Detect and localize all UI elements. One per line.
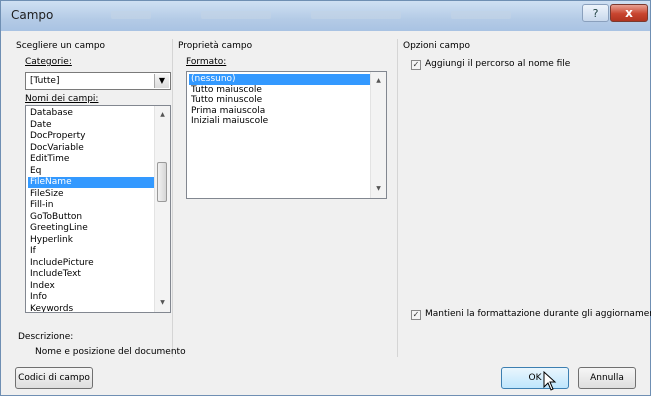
field-name-item[interactable]: DocVariable [28, 143, 154, 154]
help-button[interactable]: ? [582, 4, 609, 22]
field-name-item[interactable]: IncludeText [28, 269, 154, 280]
dialog-title: Campo [11, 8, 54, 22]
field-names-label: Nomi dei campi: [25, 94, 99, 104]
categories-label: Categorie: [25, 57, 72, 67]
field-name-item[interactable]: GoToButton [28, 212, 154, 223]
ok-button[interactable]: OK [501, 367, 569, 389]
field-name-item[interactable]: EditTime [28, 154, 154, 165]
choose-field-heading: Scegliere un campo [16, 41, 106, 51]
field-name-item[interactable]: Fill-in [28, 200, 154, 211]
title-bar-background [201, 11, 271, 19]
column-divider [397, 39, 398, 357]
arrow-up-icon[interactable]: ▲ [371, 74, 386, 88]
field-properties-heading: Proprietà campo [178, 41, 253, 51]
field-name-item[interactable]: Database [28, 108, 154, 119]
field-name-item[interactable]: If [28, 246, 154, 257]
format-item[interactable]: Tutto minuscole [189, 95, 371, 106]
title-bar[interactable]: Campo ? x [1, 1, 650, 31]
scrollbar-thumb[interactable] [157, 162, 167, 202]
field-name-item[interactable]: Hyperlink [28, 235, 154, 246]
close-button[interactable]: x [610, 4, 648, 22]
field-name-item[interactable]: Info [28, 292, 154, 303]
format-item[interactable]: Iniziali maiuscole [189, 116, 371, 127]
title-bar-background [311, 11, 401, 19]
format-list[interactable]: Iniziali maiuscole Prima maiuscola Tutto m… [186, 71, 387, 199]
field-names-scrollbar[interactable]: ▲ ▼ [154, 106, 170, 312]
dialog-body: Scegliere un campo Categorie: [Tutte] ▼ … [9, 31, 651, 391]
field-name-item[interactable]: Keywords [28, 304, 154, 313]
add-path-label[interactable]: Aggiungi il percorso al nome file [425, 59, 570, 69]
format-label: Formato: [186, 57, 227, 67]
description-label: Descrizione: [18, 332, 74, 342]
arrow-down-icon[interactable]: ▼ [371, 182, 386, 196]
arrow-down-icon[interactable]: ▼ [155, 296, 170, 310]
description-text: Nome e posizione del documento [35, 347, 186, 357]
categories-dropdown[interactable]: [Tutte] ▼ [25, 72, 171, 90]
field-name-item[interactable]: Date [28, 120, 154, 131]
field-name-item[interactable]: Index [28, 281, 154, 292]
checkmark-icon: ✓ [412, 60, 420, 69]
format-item[interactable]: Prima maiuscola [189, 106, 371, 117]
field-options-heading: Opzioni campo [403, 41, 471, 51]
field-names-list[interactable]: Keywords Info Index IncludeText IncludePictu… [25, 105, 171, 313]
chevron-down-icon[interactable]: ▼ [154, 74, 169, 88]
arrow-up-icon[interactable]: ▲ [155, 108, 170, 122]
field-name-item[interactable]: FileSize [28, 189, 154, 200]
field-name-item[interactable]: IncludePicture [28, 258, 154, 269]
keep-format-label[interactable]: Mantieni la formattazione durante gli ag… [425, 309, 651, 319]
title-bar-background [111, 11, 151, 19]
cancel-button[interactable]: Annulla [578, 367, 636, 389]
format-item[interactable]: Tutto maiuscole [189, 85, 371, 96]
checkmark-icon: ✓ [412, 310, 420, 319]
field-name-item[interactable]: FileName [28, 177, 154, 188]
format-item[interactable]: (nessuno) [189, 74, 371, 85]
field-name-item[interactable]: GreetingLine [28, 223, 154, 234]
field-name-item[interactable]: DocProperty [28, 131, 154, 142]
add-path-checkbox[interactable]: ✓ [411, 60, 421, 70]
format-scrollbar[interactable]: ▲ ▼ [370, 72, 386, 198]
keep-format-checkbox[interactable]: ✓ [411, 310, 421, 320]
field-codes-button[interactable]: Codici di campo [15, 367, 93, 389]
field-dialog: Campo ? x Scegliere un campo Categorie: … [0, 0, 651, 396]
field-name-item[interactable]: Eq [28, 166, 154, 177]
column-divider [172, 39, 173, 357]
mouse-pointer-icon [543, 371, 557, 391]
title-bar-background [451, 11, 511, 19]
categories-value: [Tutte] [30, 76, 60, 86]
